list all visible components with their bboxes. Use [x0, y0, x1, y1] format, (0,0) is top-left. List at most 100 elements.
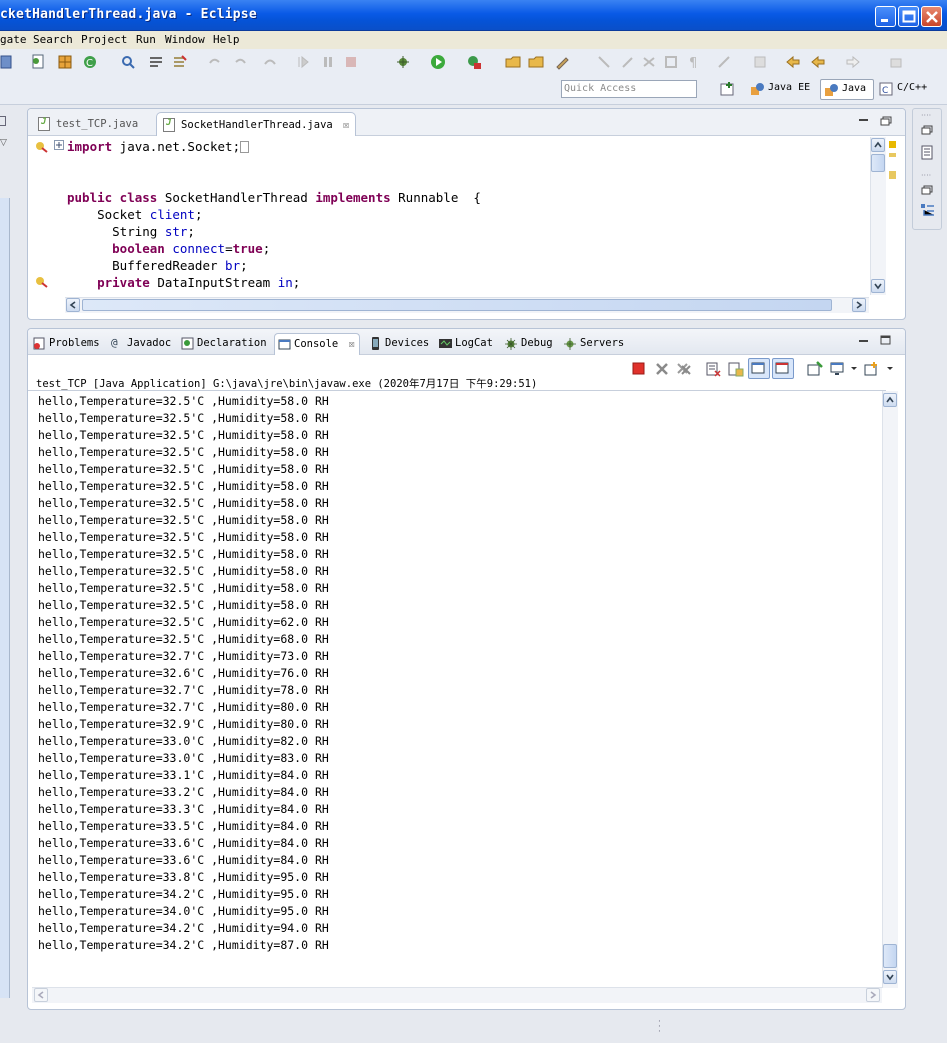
overview-warning-marker[interactable]: [889, 141, 896, 148]
chevron-down-icon[interactable]: [886, 366, 894, 372]
display-selected-console-icon[interactable]: [830, 361, 846, 377]
refresh-icon[interactable]: C: [82, 54, 98, 70]
overview-marker[interactable]: [889, 175, 896, 179]
open-folder-icon[interactable]: [528, 54, 544, 70]
menu-project[interactable]: Project: [81, 33, 127, 46]
close-button[interactable]: [921, 6, 942, 27]
maximize-icon[interactable]: [880, 116, 892, 126]
open-perspective-icon[interactable]: [720, 81, 736, 97]
scroll-thumb[interactable]: [871, 154, 885, 172]
maximize-icon[interactable]: [880, 335, 892, 345]
scroll-down-button[interactable]: [871, 279, 885, 293]
scroll-right-button[interactable]: [852, 298, 866, 312]
perspective-java-ee[interactable]: Java EE: [747, 79, 813, 100]
scroll-left-button[interactable]: [34, 988, 48, 1002]
close-tab-icon[interactable]: ☒: [343, 119, 349, 131]
tab-problems[interactable]: Problems: [30, 333, 104, 355]
back-icon[interactable]: [810, 54, 826, 70]
tab-logcat[interactable]: LogCat: [436, 333, 497, 355]
fold-expand-icon[interactable]: [54, 140, 64, 150]
debug-icon[interactable]: [395, 54, 411, 70]
open-type-icon[interactable]: [505, 54, 521, 70]
maximize-button[interactable]: [898, 6, 919, 27]
scroll-right-button[interactable]: [866, 988, 880, 1002]
whitespace-icon[interactable]: ¶: [686, 54, 702, 70]
tab-sockethandlerthread-java[interactable]: SocketHandlerThread.java ☒: [156, 112, 357, 136]
minimize-button[interactable]: [875, 6, 896, 27]
editor-horizontal-scrollbar[interactable]: [65, 297, 869, 313]
editor-vertical-scrollbar[interactable]: [870, 137, 886, 295]
tab-debug[interactable]: Debug: [502, 333, 557, 355]
close-tab-icon[interactable]: ☒: [349, 338, 355, 350]
scroll-up-button[interactable]: [883, 393, 897, 407]
left-scroll-area[interactable]: [0, 198, 10, 998]
clear-console-icon[interactable]: [706, 361, 722, 377]
outline-icon[interactable]: [148, 54, 164, 70]
redo-icon[interactable]: [233, 54, 249, 70]
resume-icon[interactable]: [296, 54, 312, 70]
view-menu-icon[interactable]: ▽: [0, 138, 7, 148]
task-icon[interactable]: [172, 54, 188, 70]
overview-marker[interactable]: [889, 153, 896, 157]
perspective-java[interactable]: Java: [820, 79, 874, 100]
drag-handle[interactable]: ····: [921, 171, 931, 180]
block-selection-icon[interactable]: [663, 54, 679, 70]
quick-access-input[interactable]: Quick Access: [561, 80, 697, 98]
next-annotation-icon[interactable]: [716, 54, 732, 70]
tab-test-tcp-java[interactable]: test_TCP.java: [32, 112, 144, 136]
undo-icon[interactable]: [206, 54, 222, 70]
outline-view-icon[interactable]: [920, 203, 935, 218]
drag-handle[interactable]: ····: [921, 111, 931, 120]
tab-console[interactable]: Console ☒: [274, 333, 360, 355]
open-console-icon[interactable]: [864, 361, 880, 377]
menu-search[interactable]: Search: [33, 33, 73, 46]
package-explorer-icon[interactable]: [920, 145, 935, 160]
console-output[interactable]: hello,Temperature=32.5'C ,Humidity=58.0 …: [38, 393, 878, 993]
menu-help[interactable]: Help: [213, 33, 240, 46]
save-icon[interactable]: [0, 54, 16, 70]
toggle-mark-icon[interactable]: [641, 54, 657, 70]
scroll-down-button[interactable]: [883, 970, 897, 984]
tab-declaration[interactable]: Declaration: [178, 333, 271, 355]
show-on-error-toggle[interactable]: [772, 358, 794, 379]
scroll-up-button[interactable]: [871, 138, 885, 152]
tab-javadoc[interactable]: @ Javadoc: [108, 333, 175, 355]
remove-all-terminated-icon[interactable]: [676, 361, 692, 377]
minimize-icon[interactable]: [858, 337, 870, 347]
scroll-thumb[interactable]: [883, 944, 897, 968]
scroll-thumb[interactable]: [82, 299, 832, 311]
annotation-icon[interactable]: [596, 54, 612, 70]
perspective-cpp[interactable]: C C/C++: [876, 79, 930, 100]
restore-icon[interactable]: [921, 185, 933, 195]
menu-navigate[interactable]: gate: [0, 33, 27, 46]
run-icon[interactable]: [430, 54, 446, 70]
build-icon[interactable]: [57, 54, 73, 70]
menu-run[interactable]: Run: [136, 33, 156, 46]
scroll-left-button[interactable]: [66, 298, 80, 312]
chevron-down-icon[interactable]: [850, 366, 858, 372]
console-vertical-scrollbar[interactable]: [882, 391, 898, 988]
tab-servers[interactable]: Servers: [561, 333, 628, 355]
show-on-output-toggle[interactable]: [748, 358, 770, 379]
restore-icon[interactable]: [921, 125, 933, 135]
restore-icon[interactable]: [0, 116, 6, 126]
code-view[interactable]: import java.net.Socket; public class Soc…: [28, 137, 868, 295]
console-horizontal-scrollbar[interactable]: [32, 987, 882, 1003]
minimize-icon[interactable]: [858, 116, 870, 126]
terminate-icon[interactable]: [631, 361, 647, 377]
search-icon[interactable]: [120, 54, 136, 70]
scroll-lock-icon[interactable]: [728, 361, 744, 377]
terminate-icon[interactable]: [343, 54, 359, 70]
back-history-icon[interactable]: [785, 54, 801, 70]
menu-window[interactable]: Window: [165, 33, 205, 46]
suspend-icon[interactable]: [320, 54, 336, 70]
pin-console-icon[interactable]: [807, 361, 823, 377]
tab-devices[interactable]: Devices: [366, 333, 433, 355]
external-tools-icon[interactable]: [466, 54, 482, 70]
pin-editor-icon[interactable]: [888, 54, 904, 70]
pen-icon[interactable]: [554, 54, 570, 70]
last-edit-icon[interactable]: [752, 54, 768, 70]
new-java-class-icon[interactable]: [30, 54, 46, 70]
edit-icon[interactable]: [620, 54, 636, 70]
forward-icon[interactable]: [845, 54, 861, 70]
